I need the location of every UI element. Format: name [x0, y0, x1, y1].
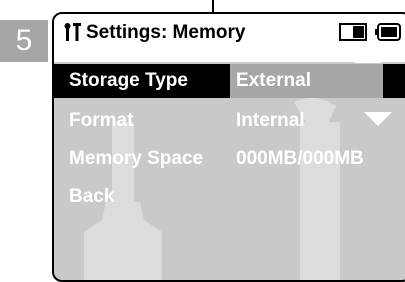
menu-item-label: Storage Type: [69, 70, 188, 91]
screen-header: Settings: Memory: [54, 14, 405, 63]
battery-icon: [375, 23, 401, 41]
settings-tool-icon: [64, 23, 81, 41]
menu-item-memory-space[interactable]: Memory Space 000MB/000MB: [54, 142, 405, 176]
menu-item-label: Memory Space: [69, 148, 204, 169]
screen-title: Settings: Memory: [86, 22, 246, 43]
menu-item-label: Format: [69, 110, 134, 131]
lcd-screen: Settings: Memory Storage Type External F…: [52, 12, 405, 282]
scroll-up-arrow-icon[interactable]: [354, 49, 382, 63]
menu-item-storage-type[interactable]: Storage Type External: [54, 64, 405, 98]
menu-item-label: Back: [69, 186, 115, 207]
menu-item-format[interactable]: Format Internal: [54, 104, 405, 138]
menu-item-value: Internal: [236, 110, 305, 131]
memory-card-in-icon: [339, 23, 367, 41]
step-number-badge: 5: [0, 20, 48, 62]
menu-item-value: 000MB/000MB: [236, 148, 364, 169]
menu-item-value: External: [236, 70, 311, 91]
menu-item-back[interactable]: Back: [54, 180, 405, 214]
